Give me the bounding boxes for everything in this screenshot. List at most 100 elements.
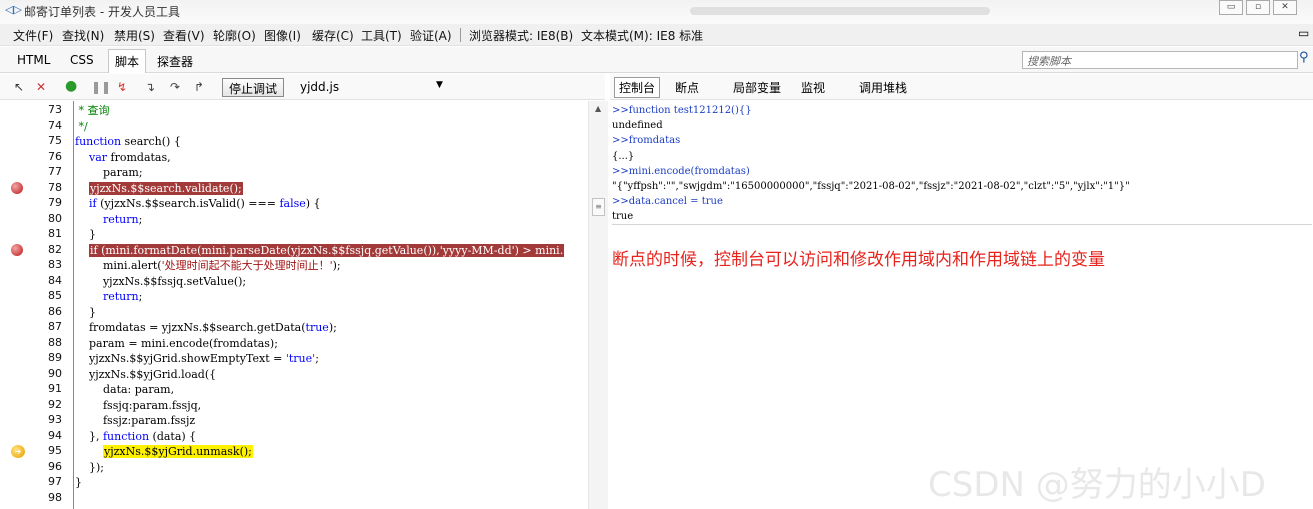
menu-images[interactable]: 图像(I) — [264, 27, 301, 44]
menu-outline[interactable]: 轮廓(O) — [213, 27, 256, 44]
code-line[interactable]: return; — [75, 212, 142, 227]
code-line[interactable]: fssjz:param.fssjz — [75, 413, 195, 428]
code-line[interactable]: if (yjzxNs.$$search.isValid() === false)… — [75, 196, 321, 211]
step-out-icon[interactable]: ↱ — [194, 80, 204, 94]
line-number[interactable]: 84 — [38, 274, 62, 287]
menu-browser-mode[interactable]: 浏览器模式: IE8(B) — [469, 27, 573, 44]
menu-view[interactable]: 查看(V) — [163, 27, 205, 44]
menu-validate[interactable]: 验证(A) — [410, 27, 452, 44]
line-number[interactable]: 93 — [38, 413, 62, 426]
tab-css[interactable]: CSS — [70, 53, 94, 67]
code-line[interactable]: * 查询 — [75, 103, 109, 118]
line-number[interactable]: 86 — [38, 305, 62, 318]
step-into-icon[interactable]: ↴ — [145, 80, 155, 94]
menu-disable[interactable]: 禁用(S) — [114, 27, 155, 44]
line-number[interactable]: 97 — [38, 475, 62, 488]
code-line[interactable]: yjzxNs.$$fssjq.setValue(); — [75, 274, 246, 289]
code-line[interactable]: param = mini.encode(fromdatas); — [75, 336, 278, 351]
code-line[interactable]: return; — [75, 289, 142, 304]
code-line[interactable]: } — [75, 305, 96, 320]
line-number[interactable]: 98 — [38, 491, 62, 504]
close-button[interactable]: ✕ — [1273, 0, 1297, 15]
code-line[interactable]: }); — [75, 460, 104, 475]
line-number[interactable]: 90 — [38, 367, 62, 380]
code-line[interactable]: param; — [75, 165, 143, 180]
restore-button[interactable]: ▫ — [1246, 0, 1270, 15]
line-number[interactable]: 74 — [38, 119, 62, 132]
script-source-view[interactable]: * 查询 */function search() { var fromdatas… — [75, 101, 588, 509]
line-number[interactable]: 76 — [38, 150, 62, 163]
tab-html[interactable]: HTML — [17, 53, 50, 67]
code-line[interactable]: yjzxNs.$$yjGrid.unmask(); — [75, 444, 253, 459]
tab-console[interactable]: 控制台 — [614, 77, 661, 98]
menu-find[interactable]: 查找(N) — [62, 27, 104, 44]
line-number[interactable]: 78 — [38, 181, 62, 194]
code-line[interactable]: var fromdatas, — [75, 150, 171, 165]
select-element-icon[interactable]: ↖ — [14, 80, 24, 94]
menu-document-mode[interactable]: 文本模式(M): IE8 标准 — [581, 27, 703, 44]
line-number[interactable]: 96 — [38, 460, 62, 473]
line-number[interactable]: 79 — [38, 196, 62, 209]
line-number[interactable]: 89 — [38, 351, 62, 364]
script-file-select[interactable]: yjdd.js — [300, 80, 339, 94]
minimize-button[interactable]: ▭ — [1219, 0, 1243, 15]
tab-locals[interactable]: 局部变量 — [733, 79, 781, 96]
stop-debugging-button[interactable]: 停止调试 — [222, 78, 285, 97]
console-input-line: >>fromdatas — [612, 135, 681, 147]
code-line[interactable]: data: param, — [75, 382, 174, 397]
code-line[interactable]: fromdatas = yjzxNs.$$search.getData(true… — [75, 320, 337, 335]
code-line[interactable]: yjzxNs.$$yjGrid.showEmptyText = 'true'; — [75, 351, 319, 366]
line-number[interactable]: 92 — [38, 398, 62, 411]
line-number[interactable]: 82 — [38, 243, 62, 256]
code-line[interactable]: if (mini.formatDate(mini.parseDate(yjzxN… — [75, 243, 565, 258]
line-number[interactable]: 80 — [38, 212, 62, 225]
continue-icon[interactable]: ● — [65, 79, 77, 93]
tab-call-stack[interactable]: 调用堆栈 — [859, 79, 907, 96]
tab-profiler[interactable]: 探查器 — [157, 53, 193, 70]
line-number[interactable]: 75 — [38, 134, 62, 147]
tab-watch[interactable]: 监视 — [801, 79, 825, 96]
code-line[interactable]: } — [75, 475, 82, 490]
line-number[interactable]: 87 — [38, 320, 62, 333]
breakpoint-icon[interactable] — [11, 181, 23, 194]
line-number[interactable]: 88 — [38, 336, 62, 349]
vertical-scrollbar[interactable]: ▲ ≡ — [588, 101, 608, 509]
pause-icon[interactable]: ❚❚ — [91, 80, 111, 94]
current-line-highlight: yjzxNs.$$yjGrid.unmask(); — [102, 445, 253, 458]
script-search-input[interactable]: 搜索脚本 — [1022, 51, 1298, 69]
line-number[interactable]: 94 — [38, 429, 62, 442]
menu-tools[interactable]: 工具(T) — [361, 27, 402, 44]
code-line[interactable]: yjzxNs.$$yjGrid.load({ — [75, 367, 216, 382]
line-number[interactable]: 91 — [38, 382, 62, 395]
line-number[interactable]: 81 — [38, 227, 62, 240]
line-number[interactable]: 83 — [38, 258, 62, 271]
breakpoint-icon[interactable] — [11, 243, 23, 256]
code-line[interactable]: fssjq:param.fssjq, — [75, 398, 201, 413]
break-on-error-icon[interactable]: ↯ — [117, 80, 127, 94]
line-number[interactable]: 95 — [38, 444, 62, 457]
code-line[interactable]: function search() { — [75, 134, 181, 149]
watermark: CSDN @努力的小小D — [928, 465, 1266, 505]
console-output[interactable]: >>function test121212(){} undefined >>from… — [612, 101, 1312, 226]
clear-breakpoints-icon[interactable]: ✕ — [36, 80, 46, 94]
pin-icon[interactable]: ▭ — [1298, 26, 1309, 40]
tab-script[interactable]: 脚本 — [108, 49, 147, 73]
line-number[interactable]: 77 — [38, 165, 62, 178]
tab-breakpoints[interactable]: 断点 — [675, 79, 699, 96]
step-over-icon[interactable]: ↷ — [170, 80, 180, 94]
menu-cache[interactable]: 缓存(C) — [312, 27, 354, 44]
chevron-down-icon[interactable]: ▼ — [436, 80, 443, 90]
code-line[interactable]: }, function (data) { — [75, 429, 196, 444]
code-line[interactable]: */ — [75, 119, 87, 134]
line-number[interactable]: 85 — [38, 289, 62, 302]
search-icon[interactable]: ⚲ — [1299, 50, 1309, 65]
code-line[interactable]: } — [75, 227, 96, 242]
scrollbar-thumb[interactable]: ≡ — [592, 198, 605, 216]
menu-file[interactable]: 文件(F) — [13, 27, 53, 44]
scroll-up-icon[interactable]: ▲ — [595, 104, 601, 113]
line-number[interactable]: 73 — [38, 103, 62, 116]
line-gutter[interactable]: 73 74 75 76 77 78 79 80 81 82 83 84 85 86 87 88 89 90 91 92… — [0, 101, 74, 509]
console-output-line: true — [612, 211, 634, 223]
code-line[interactable]: mini.alert('处理时间起不能大于处理时间止！'); — [75, 258, 341, 273]
code-line[interactable]: yjzxNs.$$search.validate(); — [75, 181, 243, 196]
